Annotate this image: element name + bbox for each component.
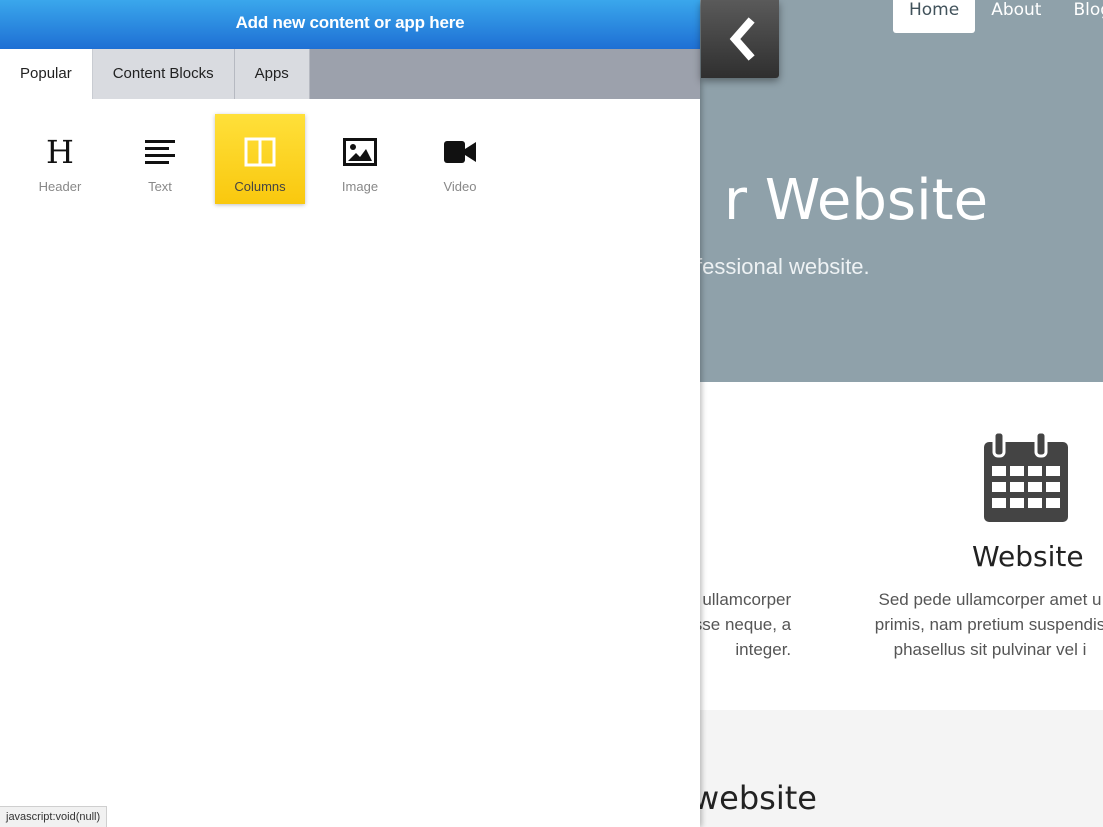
tab-apps[interactable]: Apps	[234, 49, 310, 99]
feature-text-left: ullamcorper isse neque, a integer.	[690, 590, 792, 659]
tile-video[interactable]: Video	[415, 114, 505, 204]
hero-title: r Website	[724, 168, 989, 233]
tile-label: Header	[38, 179, 82, 194]
tile-image[interactable]: Image	[315, 114, 405, 204]
tile-label: Video	[443, 179, 477, 194]
status-bar: javascript:void(null)	[0, 806, 108, 827]
feature-title: Website	[972, 540, 1084, 573]
tab-popular[interactable]: Popular	[0, 49, 93, 99]
columns-icon	[240, 136, 280, 168]
nav-home[interactable]: Home	[893, 0, 976, 33]
nav-blog[interactable]: Blog	[1057, 0, 1103, 33]
tile-header[interactable]: H Header	[15, 114, 105, 204]
content-tiles: H Header Text Columns Image Video	[15, 114, 515, 204]
tile-label: Text	[148, 179, 172, 194]
panel-tabs: Popular Content Blocks Apps	[0, 49, 700, 99]
tile-text[interactable]: Text	[115, 114, 205, 204]
tile-columns[interactable]: Columns	[215, 114, 305, 204]
add-content-panel: Add new content or app here Popular Cont…	[0, 0, 700, 827]
panel-header: Add new content or app here	[0, 0, 700, 49]
image-icon	[340, 136, 380, 168]
bottom-title: website	[693, 779, 817, 817]
feature-text-right: Sed pede ullamcorper amet u primis, nam …	[874, 590, 1103, 659]
calendar-icon	[984, 432, 1068, 522]
text-icon	[140, 136, 180, 168]
header-icon: H	[46, 133, 74, 171]
tile-label: Image	[341, 179, 379, 194]
tab-content-blocks[interactable]: Content Blocks	[92, 49, 235, 99]
collapse-panel-button[interactable]	[701, 0, 779, 78]
nav-about[interactable]: About	[975, 0, 1057, 33]
chevron-left-icon	[729, 17, 755, 61]
tile-label: Columns	[234, 179, 286, 194]
video-icon	[440, 136, 480, 168]
hero-subtitle: fessional website.	[696, 254, 870, 279]
site-nav: Home About Blog	[893, 0, 1103, 33]
